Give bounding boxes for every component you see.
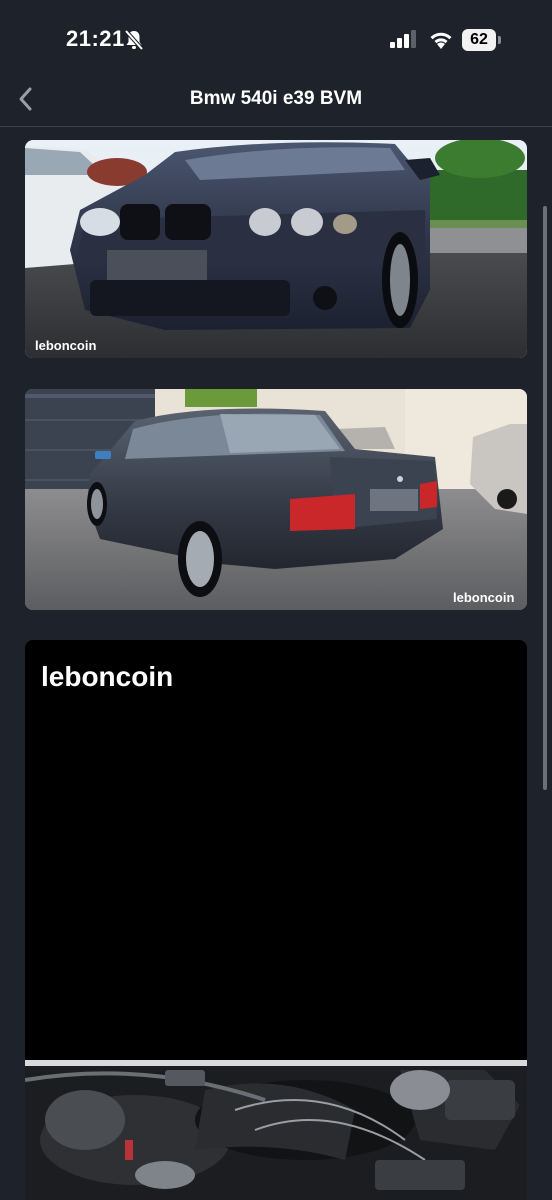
status-bar: 21:21 62 [0, 0, 552, 80]
battery-level: 62 [462, 29, 496, 51]
cellular-signal-icon [390, 30, 416, 48]
engine-bay [25, 1060, 527, 1200]
watermark-text: leboncoin [453, 590, 514, 605]
listing-photo-front[interactable]: leboncoin [25, 140, 527, 358]
watermark-logo: leboncoin [41, 661, 173, 692]
watermark-text: leboncoin [35, 338, 96, 353]
engine-bay-image: leboncoin [25, 640, 527, 1200]
battery-tip [498, 36, 501, 44]
scrollbar[interactable] [543, 206, 547, 790]
wifi-icon [430, 32, 452, 49]
listing-photo-engine[interactable]: leboncoin [25, 640, 527, 1200]
car-rear-image: leboncoin [25, 389, 527, 610]
page-title: Bmw 540i e39 BVM [189, 88, 363, 109]
nav-bar: Bmw 540i e39 BVM [0, 80, 552, 127]
status-time: 21:21 [66, 26, 125, 51]
bell-slash-icon [124, 29, 144, 51]
car-front-image: leboncoin [25, 140, 527, 358]
listing-photo-rear[interactable]: leboncoin [25, 389, 527, 610]
